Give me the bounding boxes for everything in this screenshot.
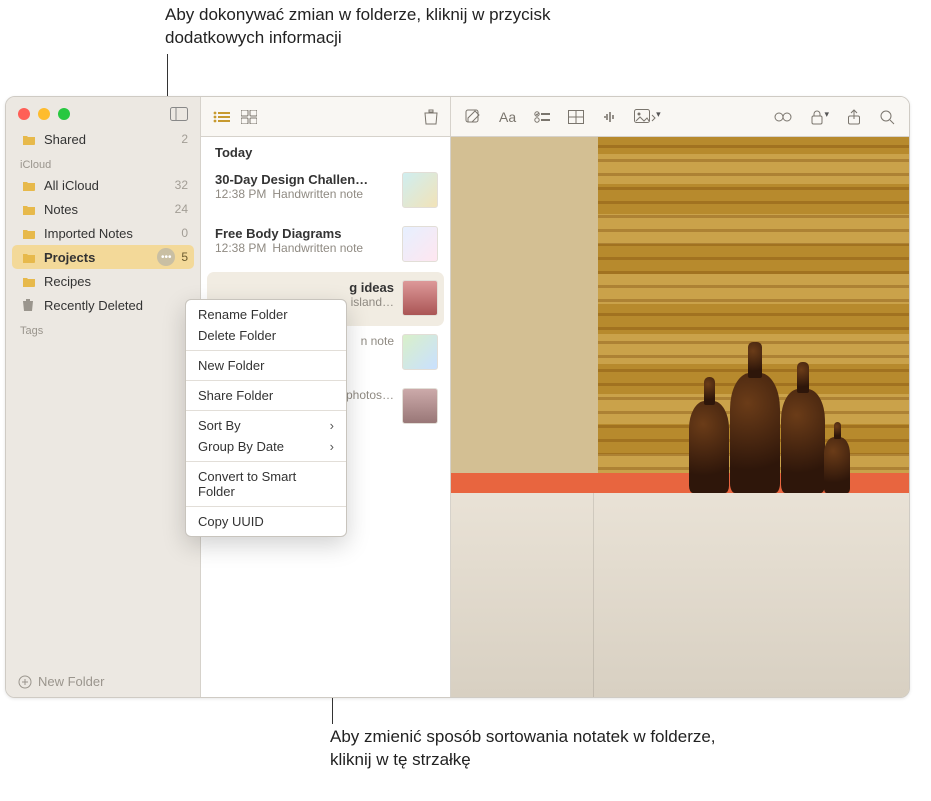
- note-thumbnail: [402, 172, 438, 208]
- close-window-button[interactable]: [18, 108, 30, 120]
- format-text-icon[interactable]: Aa: [499, 109, 516, 125]
- note-title: g ideas: [215, 280, 394, 295]
- menu-item-copy-uuid[interactable]: Copy UUID: [186, 511, 346, 532]
- chevron-right-icon: ›: [330, 418, 334, 433]
- menu-item-share[interactable]: Share Folder: [186, 385, 346, 406]
- plus-circle-icon: [18, 675, 32, 689]
- grid-view-icon[interactable]: [241, 110, 257, 124]
- sidebar-item-label: Projects: [44, 250, 157, 265]
- sidebar-item-shared[interactable]: Shared 2: [6, 127, 200, 151]
- sidebar-item-label: Notes: [44, 202, 175, 217]
- minimize-window-button[interactable]: [38, 108, 50, 120]
- shared-folder-icon: [22, 133, 38, 145]
- sidebar-item-count: 32: [175, 178, 188, 192]
- menu-separator: [186, 380, 346, 381]
- sidebar-item-label: Recently Deleted: [44, 298, 188, 313]
- note-thumbnail: [402, 226, 438, 262]
- sidebar-item-count: 2: [181, 132, 188, 146]
- new-folder-button[interactable]: New Folder: [6, 666, 200, 697]
- note-sub: n note: [361, 334, 394, 348]
- folder-context-menu: Rename Folder Delete Folder New Folder S…: [185, 299, 347, 537]
- menu-separator: [186, 506, 346, 507]
- sidebar-item-all-icloud[interactable]: All iCloud 32: [6, 173, 200, 197]
- chevron-right-icon: ›: [330, 439, 334, 454]
- list-date-header: Today: [201, 137, 450, 164]
- app-window: Shared 2 iCloud All iCloud 32 Notes 24 I…: [5, 96, 910, 698]
- sidebar-item-label: Imported Notes: [44, 226, 181, 241]
- trash-icon: [22, 298, 38, 312]
- sidebar: Shared 2 iCloud All iCloud 32 Notes 24 I…: [6, 97, 201, 697]
- sidebar-item-count: 5: [181, 250, 188, 264]
- sidebar-item-imported[interactable]: Imported Notes 0: [6, 221, 200, 245]
- audio-icon[interactable]: [602, 109, 616, 125]
- folder-icon: [22, 179, 38, 191]
- list-item[interactable]: 30-Day Design Challen… 12:38 PM Handwritt…: [201, 164, 450, 218]
- note-editor: Aa ▾ ▾: [451, 97, 909, 697]
- note-time: 12:38 PM: [215, 187, 266, 201]
- note-thumbnail: [402, 280, 438, 316]
- sidebar-item-label: Shared: [44, 132, 181, 147]
- zoom-window-button[interactable]: [58, 108, 70, 120]
- menu-item-sort-by[interactable]: Sort By›: [186, 415, 346, 436]
- more-options-button[interactable]: •••: [157, 248, 175, 266]
- sidebar-item-recently-deleted[interactable]: Recently Deleted: [6, 293, 200, 317]
- sidebar-item-label: All iCloud: [44, 178, 175, 193]
- window-traffic-lights: [6, 97, 200, 127]
- compose-icon[interactable]: [465, 109, 481, 125]
- editor-toolbar: Aa ▾ ▾: [451, 97, 909, 137]
- sidebar-item-count: 0: [181, 226, 188, 240]
- checklist-icon[interactable]: [534, 110, 550, 124]
- note-sub: island…: [351, 295, 394, 309]
- note-sub: Handwritten note: [272, 241, 363, 255]
- media-icon[interactable]: ▾: [634, 109, 661, 125]
- callout-top: Aby dokonywać zmian w folderze, kliknij …: [165, 4, 605, 50]
- note-title: Free Body Diagrams: [215, 226, 394, 241]
- note-content-image: [451, 137, 909, 697]
- sidebar-section-tags: Tags: [6, 317, 200, 339]
- note-thumbnail: [402, 334, 438, 370]
- folder-icon: [22, 275, 38, 287]
- sidebar-item-recipes[interactable]: Recipes: [6, 269, 200, 293]
- sidebar-section-icloud: iCloud: [6, 151, 200, 173]
- sidebar-toggle-icon[interactable]: [170, 107, 188, 121]
- note-time: 12:38 PM: [215, 241, 266, 255]
- note-thumbnail: [402, 388, 438, 424]
- folder-icon: [22, 227, 38, 239]
- list-toolbar: [201, 97, 450, 137]
- sidebar-item-label: Recipes: [44, 274, 188, 289]
- list-item[interactable]: Free Body Diagrams 12:38 PM Handwritten n…: [201, 218, 450, 272]
- table-icon[interactable]: [568, 110, 584, 124]
- note-sub: Handwritten note: [272, 187, 363, 201]
- folder-icon: [22, 203, 38, 215]
- menu-item-convert-smart[interactable]: Convert to Smart Folder: [186, 466, 346, 502]
- lock-icon[interactable]: ▾: [810, 109, 829, 125]
- menu-separator: [186, 350, 346, 351]
- note-title: 30-Day Design Challen…: [215, 172, 394, 187]
- new-folder-label: New Folder: [38, 674, 104, 689]
- link-icon[interactable]: [774, 111, 792, 123]
- menu-separator: [186, 410, 346, 411]
- share-icon[interactable]: [847, 109, 861, 125]
- menu-item-delete[interactable]: Delete Folder: [186, 325, 346, 346]
- callout-bottom: Aby zmienić sposób sortowania notatek w …: [330, 726, 760, 772]
- sidebar-item-notes[interactable]: Notes 24: [6, 197, 200, 221]
- sidebar-item-projects[interactable]: Projects ••• 5: [12, 245, 194, 269]
- menu-item-rename[interactable]: Rename Folder: [186, 304, 346, 325]
- sidebar-item-count: 24: [175, 202, 188, 216]
- folder-icon: [22, 251, 38, 263]
- search-icon[interactable]: [879, 109, 895, 125]
- list-view-icon[interactable]: [213, 110, 231, 124]
- note-sub: photos…: [346, 388, 394, 402]
- delete-note-icon[interactable]: [424, 109, 438, 125]
- menu-separator: [186, 461, 346, 462]
- menu-item-group-by-date[interactable]: Group By Date›: [186, 436, 346, 457]
- menu-item-new-folder[interactable]: New Folder: [186, 355, 346, 376]
